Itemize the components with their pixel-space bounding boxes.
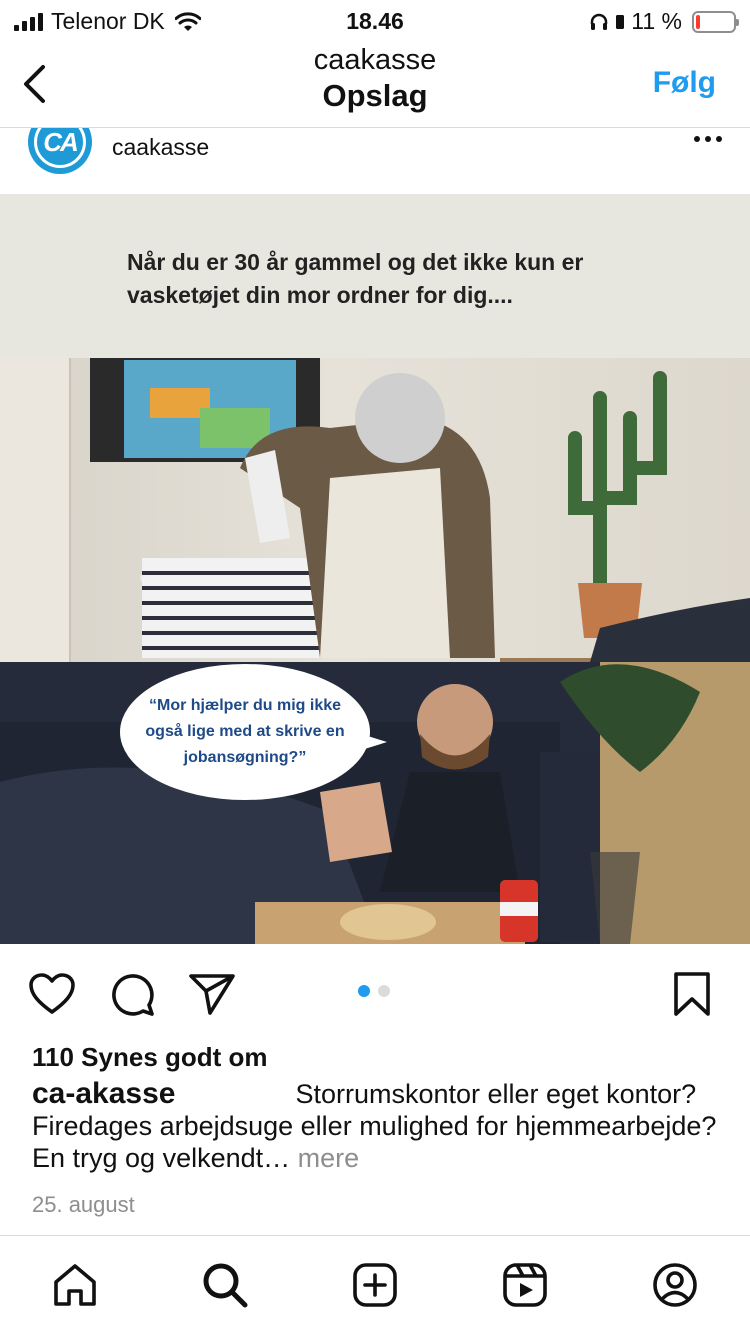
status-right: 11 %	[589, 8, 739, 35]
speech-bubble: “Mor hjælper du mig ikke også lige med a…	[120, 664, 370, 800]
more-options-icon[interactable]	[694, 136, 722, 142]
speech-bubble-tail	[355, 732, 387, 752]
orientation-lock-icon	[616, 14, 625, 29]
save-button[interactable]	[668, 970, 716, 1018]
headphones-icon	[591, 13, 608, 30]
like-button[interactable]	[28, 970, 76, 1018]
tab-bar	[0, 1236, 750, 1334]
carousel-dot	[378, 985, 390, 997]
media-caption-text: Når du er 30 år gammel og det ikke kun e…	[127, 249, 584, 308]
send-icon	[189, 974, 235, 1015]
nav-account-name: caakasse	[313, 44, 437, 76]
reels-icon	[503, 1263, 547, 1307]
photo-son-on-couch	[0, 662, 750, 944]
like-count[interactable]: 110 Synes godt om	[32, 1042, 268, 1073]
status-bar: Telenor DK 18.46 11 %	[0, 0, 750, 40]
scene-illustration-top	[0, 358, 750, 662]
home-icon	[54, 1264, 96, 1306]
follow-button[interactable]: Følg	[653, 66, 716, 100]
nav-header: caakasse Opslag Følg	[0, 40, 750, 128]
action-bar	[0, 944, 750, 1044]
nav-subtitle: Opslag	[322, 78, 428, 113]
speech-bubble-text: “Mor hjælper du mig ikke også lige med a…	[145, 697, 345, 766]
comment-icon	[112, 974, 154, 1016]
tab-profile[interactable]	[650, 1260, 700, 1310]
tab-search[interactable]	[200, 1260, 250, 1310]
tab-create[interactable]	[350, 1260, 400, 1310]
scene-illustration-bottom	[0, 662, 750, 944]
heart-icon	[29, 973, 75, 1014]
post-date: 25. august	[32, 1192, 135, 1217]
caption-username[interactable]: ca-akasse	[32, 1077, 175, 1110]
profile-icon	[653, 1263, 697, 1307]
battery-percent: 11 %	[631, 8, 682, 34]
tab-home[interactable]	[50, 1260, 100, 1310]
media-caption-banner: Når du er 30 år gammel og det ikke kun e…	[0, 194, 750, 358]
carousel-dot-active	[358, 985, 370, 997]
carousel-indicator	[358, 985, 390, 997]
share-button[interactable]	[188, 970, 236, 1018]
search-icon	[203, 1263, 248, 1308]
comment-button[interactable]	[108, 970, 156, 1018]
post-media[interactable]: Når du er 30 år gammel og det ikke kun e…	[0, 194, 750, 944]
create-icon	[353, 1263, 397, 1307]
more-link[interactable]: mere	[298, 1143, 360, 1173]
post-caption: ca-akasse Storrumskontor eller eget konto…	[32, 1078, 722, 1174]
avatar-logo-text: CA	[43, 128, 79, 157]
bookmark-icon	[674, 972, 710, 1016]
avatar[interactable]: CA	[28, 128, 92, 174]
tab-reels[interactable]	[500, 1260, 550, 1310]
battery-icon	[692, 10, 739, 33]
post-header: CA caakasse	[0, 128, 750, 194]
battery-fill	[696, 14, 700, 29]
photo-mother-laundry	[0, 358, 750, 662]
nav-title: caakasse Opslag	[0, 42, 750, 114]
post-username[interactable]: caakasse	[112, 134, 209, 161]
